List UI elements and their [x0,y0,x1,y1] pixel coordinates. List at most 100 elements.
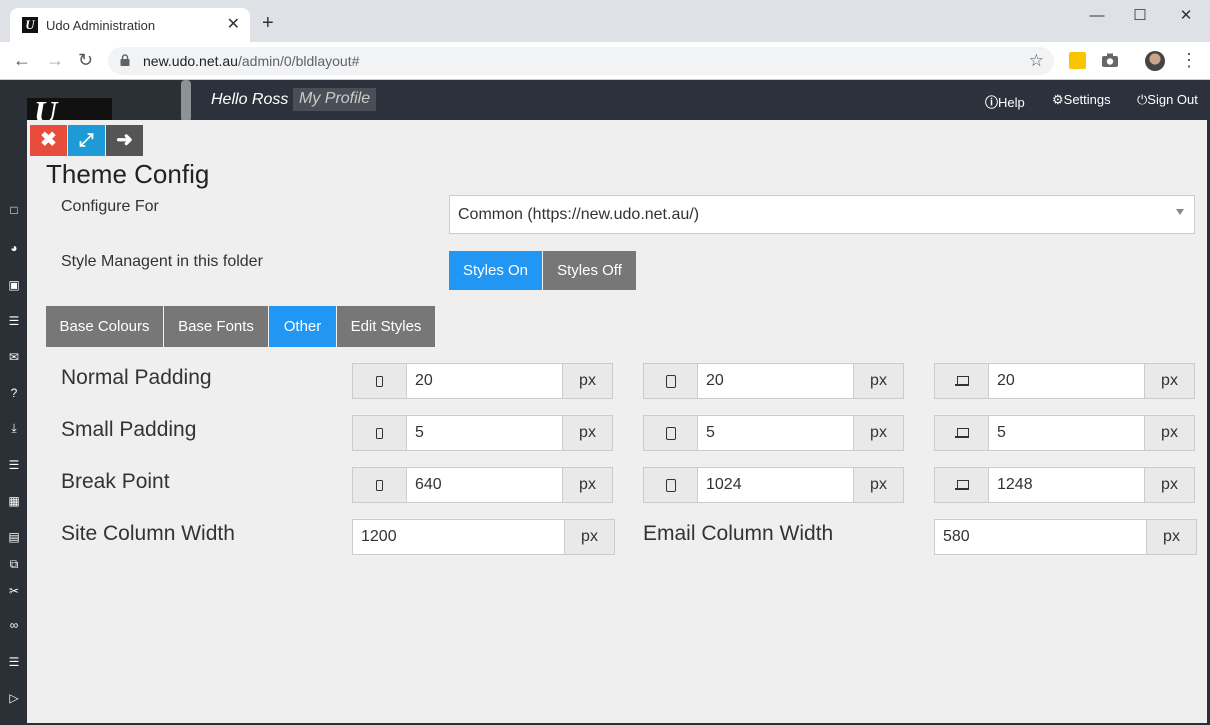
unit-label: px [564,520,614,554]
unit-label: px [562,364,612,398]
envelope-icon[interactable]: ✉ [6,350,22,364]
small-padding-mobile-field[interactable]: 5 px [352,415,613,451]
help-icon: ⓘ [985,95,999,110]
configure-for-select[interactable]: Common (https://new.udo.net.au/) [449,195,1195,234]
list-icon[interactable]: ☰ [6,314,22,328]
copy-icon[interactable]: ⧉ [6,557,22,571]
break-point-label: Break Point [61,470,170,493]
url-host: new.udo.net.au [143,53,238,69]
email-column-width-field[interactable]: 580 px [934,519,1197,555]
settings-link[interactable]: ⚙Settings [1052,92,1111,108]
url-text: new.udo.net.au/admin/0/bldlayout# [143,53,359,69]
address-bar[interactable]: new.udo.net.au/admin/0/bldlayout# ☆ [108,47,1054,75]
normal-padding-desktop-field[interactable]: 20 px [934,363,1195,399]
tab-base-colours[interactable]: Base Colours [46,306,163,347]
close-modal-button[interactable]: ✖ [30,125,67,156]
close-icon: ✖ [40,129,57,151]
close-tab-icon[interactable]: ✕ [227,14,240,34]
caret-down-icon [1176,209,1184,215]
question-icon[interactable]: ? [6,386,22,400]
normal-padding-mobile-value[interactable]: 20 [407,364,562,398]
mobile-icon [376,479,383,491]
folder-icon[interactable]: □ [6,203,22,217]
unit-label: px [562,416,612,450]
side-nav: □ ◕ ▣ ☰ ✉ ? ⤓ ☰ ▦ ▤ ⧉ ✂ ∞ ☰ ▷ [0,120,27,725]
sidebar-resize-handle[interactable] [181,80,191,122]
unit-label: px [1146,520,1196,554]
tablet-device-addon [644,468,698,502]
scissors-icon[interactable]: ✂ [6,584,22,598]
browser-tab[interactable]: U Udo Administration ✕ [10,8,250,42]
small-padding-desktop-field[interactable]: 5 px [934,415,1195,451]
maximize-icon[interactable]: ☐ [1130,6,1150,26]
normal-padding-mobile-field[interactable]: 20 px [352,363,613,399]
break-point-tablet-field[interactable]: 1024 px [643,467,904,503]
dashboard-icon[interactable]: ◕ [6,241,22,255]
normal-padding-tablet-field[interactable]: 20 px [643,363,904,399]
gear-icon: ⚙ [1052,92,1064,107]
unit-label: px [853,468,903,502]
minimize-icon[interactable]: — [1087,6,1107,26]
styles-on-button[interactable]: Styles On [449,251,542,290]
greeting: Hello Ross [211,91,289,108]
site-column-width-value[interactable]: 1200 [353,520,564,554]
break-point-desktop-value[interactable]: 1248 [989,468,1144,502]
tablet-icon [665,478,676,492]
break-point-mobile-field[interactable]: 640 px [352,467,613,503]
menu-dots-icon[interactable]: ⋮ [1180,50,1198,70]
next-button[interactable]: ➜ [106,125,143,156]
desktop-device-addon [935,468,989,502]
help-label: Help [998,95,1025,110]
reload-icon[interactable]: ↻ [78,50,93,70]
normal-padding-tablet-value[interactable]: 20 [698,364,853,398]
laptop-icon [954,480,969,490]
unit-label: px [1144,468,1194,502]
avatar[interactable] [1145,51,1165,71]
star-icon[interactable]: ☆ [1029,51,1044,71]
megaphone-icon[interactable]: ▷ [6,691,22,705]
tab-edit-styles[interactable]: Edit Styles [337,306,435,347]
expand-modal-button[interactable]: ⤢ [68,125,105,156]
site-column-width-field[interactable]: 1200 px [352,519,615,555]
forward-arrow-icon[interactable]: → [46,50,64,70]
new-tab-icon[interactable]: + [262,13,274,33]
small-padding-mobile-value[interactable]: 5 [407,416,562,450]
email-column-width-value[interactable]: 580 [935,520,1146,554]
help-link[interactable]: ⓘHelp [985,92,1025,111]
break-point-tablet-value[interactable]: 1024 [698,468,853,502]
camera-icon[interactable] [1101,52,1119,68]
unit-label: px [853,364,903,398]
extension-icon[interactable] [1069,52,1086,69]
power-icon: ⏻ [1137,92,1148,107]
my-profile-link[interactable]: My Profile [293,88,377,111]
small-padding-tablet-field[interactable]: 5 px [643,415,904,451]
tab-title: Udo Administration [46,18,156,33]
unit-label: px [853,416,903,450]
close-window-icon[interactable]: ✕ [1176,6,1196,26]
styles-off-button[interactable]: Styles Off [543,251,636,290]
mobile-icon [376,375,383,387]
tab-base-fonts[interactable]: Base Fonts [164,306,268,347]
list-icon[interactable]: ☰ [6,655,22,669]
link-icon[interactable]: ∞ [6,618,22,632]
list-icon[interactable]: ☰ [6,458,22,472]
tablet-icon [665,374,676,388]
mobile-device-addon [353,416,407,450]
tab-other[interactable]: Other [269,306,336,347]
configure-for-label: Configure For [61,198,159,215]
sign-out-link[interactable]: ⏻Sign Out [1137,92,1198,108]
normal-padding-desktop-value[interactable]: 20 [989,364,1144,398]
normal-padding-label: Normal Padding [61,366,212,389]
newspaper-icon[interactable]: ▤ [6,530,22,544]
unit-label: px [562,468,612,502]
small-padding-desktop-value[interactable]: 5 [989,416,1144,450]
download-icon[interactable]: ⤓ [6,421,22,435]
small-padding-tablet-value[interactable]: 5 [698,416,853,450]
image-icon[interactable]: ▦ [6,494,22,508]
break-point-mobile-value[interactable]: 640 [407,468,562,502]
break-point-desktop-field[interactable]: 1248 px [934,467,1195,503]
unit-label: px [1144,364,1194,398]
back-arrow-icon[interactable]: ← [13,50,31,70]
lock-icon [120,54,130,66]
cart-icon[interactable]: ▣ [6,278,22,292]
